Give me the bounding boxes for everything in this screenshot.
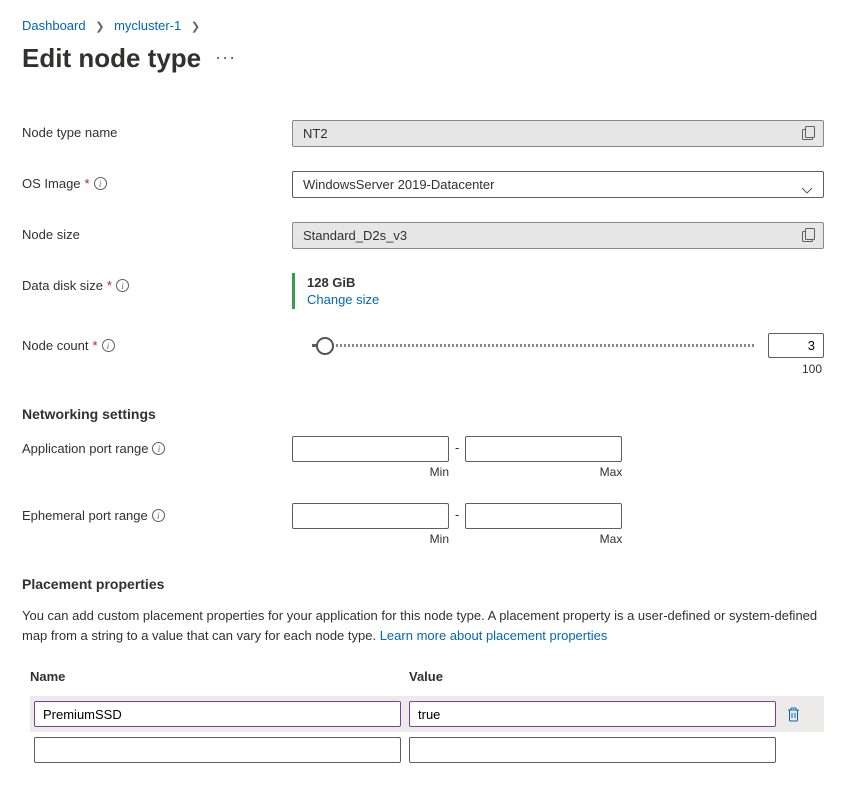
placement-row <box>30 732 824 768</box>
placement-value-input[interactable] <box>409 737 776 763</box>
placement-heading: Placement properties <box>22 576 824 592</box>
copy-icon[interactable] <box>802 228 815 245</box>
info-icon[interactable]: i <box>94 177 107 190</box>
breadcrumb-link-dashboard[interactable]: Dashboard <box>22 18 86 33</box>
breadcrumb-link-cluster[interactable]: mycluster-1 <box>114 18 181 33</box>
copy-icon[interactable] <box>802 126 815 143</box>
max-label: Max <box>600 532 623 546</box>
min-label: Min <box>430 465 449 479</box>
change-size-link[interactable]: Change size <box>307 292 379 307</box>
app-port-min-input[interactable] <box>292 436 449 462</box>
breadcrumb: Dashboard ❯ mycluster-1 ❯ <box>22 18 824 33</box>
column-value: Value <box>409 669 443 684</box>
data-disk-size-value: 128 GiB <box>307 275 824 290</box>
info-icon[interactable]: i <box>152 442 165 455</box>
info-icon[interactable]: i <box>116 279 129 292</box>
node-count-max-label: 100 <box>292 362 824 376</box>
os-image-label: OS Image * i <box>22 171 292 191</box>
eph-port-max-input[interactable] <box>465 503 622 529</box>
node-size-field: Standard_D2s_v3 <box>292 222 824 249</box>
node-size-label: Node size <box>22 222 292 242</box>
trash-icon[interactable] <box>784 704 803 724</box>
os-image-select[interactable]: WindowsServer 2019-Datacenter <box>292 171 824 198</box>
max-label: Max <box>600 465 623 479</box>
min-label: Min <box>430 532 449 546</box>
placement-table-header: Name Value <box>30 669 824 684</box>
node-count-slider[interactable] <box>312 335 756 357</box>
placement-name-input[interactable] <box>34 701 401 727</box>
node-type-name-field: NT2 <box>292 120 824 147</box>
chevron-right-icon: ❯ <box>191 21 200 33</box>
page-title: Edit node type <box>22 43 201 74</box>
eph-port-min-input[interactable] <box>292 503 449 529</box>
placement-learn-more-link[interactable]: Learn more about placement properties <box>380 628 608 643</box>
eph-port-range-label: Ephemeral port range i <box>22 503 292 523</box>
networking-heading: Networking settings <box>22 406 824 422</box>
slider-thumb[interactable] <box>316 337 334 355</box>
column-name: Name <box>30 669 409 684</box>
more-actions-button[interactable]: ··· <box>215 47 236 70</box>
chevron-right-icon: ❯ <box>95 21 104 33</box>
info-icon[interactable]: i <box>152 509 165 522</box>
placement-name-input[interactable] <box>34 737 401 763</box>
node-count-label: Node count * i <box>22 333 292 353</box>
node-count-input[interactable] <box>768 333 824 358</box>
data-disk-size-label: Data disk size * i <box>22 273 292 293</box>
node-type-name-label: Node type name <box>22 120 292 140</box>
placement-row <box>30 696 824 732</box>
placement-value-input[interactable] <box>409 701 776 727</box>
chevron-down-icon <box>801 182 813 197</box>
placement-description: You can add custom placement properties … <box>22 606 824 645</box>
app-port-range-label: Application port range i <box>22 436 292 456</box>
info-icon[interactable]: i <box>102 339 115 352</box>
app-port-max-input[interactable] <box>465 436 622 462</box>
